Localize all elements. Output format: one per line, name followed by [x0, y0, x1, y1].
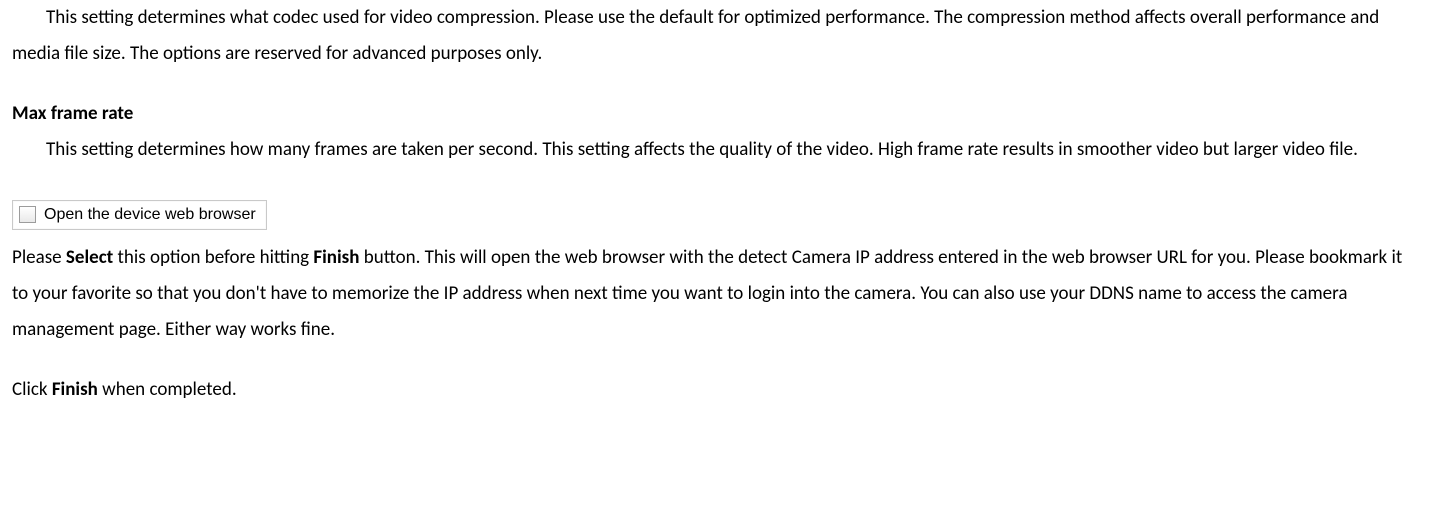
open-browser-instruction: Please Select this option before hitting… — [12, 240, 1421, 348]
text-fragment: Please — [12, 246, 66, 269]
max-frame-rate-description: This setting determines how many frames … — [12, 132, 1421, 168]
text-fragment: this option before hitting — [113, 246, 313, 269]
select-bold: Select — [66, 246, 113, 269]
open-browser-checkbox-label: Open the device web browser — [44, 205, 256, 224]
text-fragment: when completed. — [98, 378, 237, 401]
checkbox-unchecked-icon[interactable] — [19, 206, 36, 223]
open-browser-checkbox[interactable]: Open the device web browser — [12, 200, 267, 229]
closing-instruction: Click Finish when completed. — [12, 372, 1421, 408]
finish-bold: Finish — [313, 246, 359, 269]
text-fragment: Click — [12, 378, 52, 401]
finish-bold: Finish — [52, 378, 98, 401]
codec-description: This setting determines what codec used … — [12, 0, 1421, 72]
max-frame-rate-heading: Max frame rate — [12, 96, 1421, 132]
